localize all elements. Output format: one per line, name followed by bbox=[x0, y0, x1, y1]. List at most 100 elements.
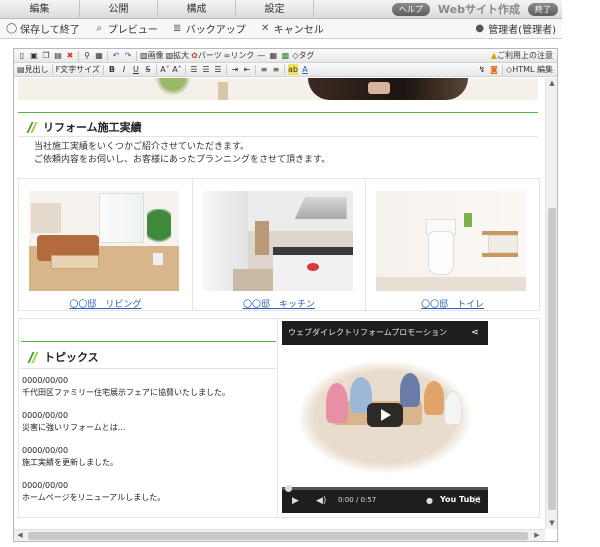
play-small-icon[interactable]: ▶ bbox=[292, 496, 299, 506]
toolbar-row-2: ▤見出し F文字サイズ B I U S̶ A˅ A˄ ☰ ☰ ☰ ⇥ ⇤ ≡ ≡… bbox=[14, 63, 557, 77]
save-close-label: 保存して終了 bbox=[20, 25, 80, 36]
info-icon[interactable]: ● bbox=[426, 496, 433, 505]
parts-button[interactable]: ✿パーツ bbox=[191, 50, 222, 61]
font-size-button[interactable]: F文字サイズ bbox=[56, 64, 100, 75]
rss-icon[interactable]: ◙ bbox=[489, 64, 499, 75]
link-button[interactable]: ∞リンク bbox=[224, 50, 255, 61]
paste-icon[interactable]: ▤ bbox=[53, 50, 63, 61]
scroll-left-icon[interactable]: ◀ bbox=[14, 530, 26, 541]
outdent-icon[interactable]: ⇤ bbox=[242, 64, 252, 75]
video-player[interactable]: ウェブダイレクトリフォームプロモーション ⋖ ▶ ◀) 0:00 / 0:57 … bbox=[282, 321, 488, 513]
menu-structure[interactable]: 構成 bbox=[158, 0, 236, 19]
video-progress[interactable] bbox=[282, 485, 488, 492]
font-larger-icon[interactable]: A˄ bbox=[172, 64, 182, 75]
html-edit-button[interactable]: ◇HTML 編集 bbox=[506, 64, 553, 75]
redo-icon[interactable]: ↷ bbox=[123, 50, 133, 61]
clear-format-icon[interactable]: ↯ bbox=[477, 64, 487, 75]
fullscreen-icon[interactable]: ⛶ bbox=[474, 496, 480, 506]
copy-icon[interactable]: ❐ bbox=[41, 50, 51, 61]
toolbar-separator bbox=[107, 50, 108, 61]
align-left-icon[interactable]: ☰ bbox=[189, 64, 199, 75]
heading-button[interactable]: ▤見出し bbox=[17, 64, 49, 75]
zoom-button[interactable]: ▧拡大 bbox=[166, 50, 190, 61]
horizontal-rule-icon[interactable]: — bbox=[256, 50, 266, 61]
bold-button[interactable]: B bbox=[107, 64, 117, 75]
special-char-icon[interactable]: ▩ bbox=[280, 50, 290, 61]
indent-icon[interactable]: ⇥ bbox=[230, 64, 240, 75]
content-area[interactable]: リフォーム施工実績 当社施工実績をいくつかご紹介させていただきます。 ご依頼内容… bbox=[14, 78, 545, 529]
photo-floor bbox=[376, 277, 527, 291]
share-icon[interactable]: ⋖ bbox=[470, 328, 480, 338]
photo-toilet bbox=[428, 231, 455, 275]
preview-label: プレビュー bbox=[107, 25, 158, 36]
link-label: リンク bbox=[230, 51, 255, 60]
scroll-up-icon[interactable]: ▲ bbox=[546, 78, 558, 89]
help-button[interactable]: ヘルプ bbox=[391, 2, 430, 16]
bullet-list-icon[interactable]: ≡ bbox=[271, 64, 281, 75]
circle-icon: ◯ bbox=[6, 23, 18, 34]
backup-button[interactable]: ≣ バックアップ bbox=[172, 21, 246, 36]
toolbar-separator bbox=[155, 64, 157, 75]
scroll-down-icon[interactable]: ▼ bbox=[546, 518, 558, 529]
tag-label: タグ bbox=[298, 51, 315, 60]
image-button[interactable]: ▨画像 bbox=[140, 50, 164, 61]
horizontal-scrollbar[interactable]: ◀ ▶ bbox=[14, 529, 545, 541]
work-caption-link[interactable]: 〇〇邸 キッチン bbox=[193, 297, 366, 310]
menu-edit[interactable]: 編集 bbox=[0, 0, 80, 19]
menu-settings[interactable]: 設定 bbox=[236, 0, 314, 19]
ordered-list-icon[interactable]: ≡ bbox=[259, 64, 269, 75]
heading-mark-icon bbox=[27, 351, 39, 363]
parts-label: パーツ bbox=[197, 51, 222, 60]
delete-icon[interactable]: ✖ bbox=[65, 50, 75, 61]
italic-button[interactable]: I bbox=[119, 64, 129, 75]
work-caption-link[interactable]: 〇〇邸 リビング bbox=[19, 297, 192, 310]
strike-icon[interactable]: S̶ bbox=[143, 64, 153, 75]
align-right-icon[interactable]: ☰ bbox=[213, 64, 223, 75]
preview-button[interactable]: ⌕ プレビュー bbox=[94, 21, 158, 36]
volume-icon[interactable]: ◀) bbox=[316, 496, 326, 506]
align-center-icon[interactable]: ☰ bbox=[201, 64, 211, 75]
horizontal-scroll-thumb[interactable] bbox=[28, 532, 528, 540]
font-smaller-icon[interactable]: A˅ bbox=[160, 64, 170, 75]
topics-heading-text: トピックス bbox=[44, 351, 99, 364]
vertical-scroll-thumb[interactable] bbox=[548, 208, 556, 510]
topics-top-line bbox=[21, 341, 276, 342]
progress-handle[interactable] bbox=[285, 485, 292, 492]
heading-mark-icon bbox=[26, 121, 38, 133]
menu-publish[interactable]: 公開 bbox=[80, 0, 158, 19]
notice-button[interactable]: ▲ご利用上の注意 bbox=[491, 50, 553, 61]
underline-button[interactable]: U bbox=[131, 64, 141, 75]
find-icon[interactable]: ⚲ bbox=[82, 50, 92, 61]
cancel-button[interactable]: ✕ キャンセル bbox=[260, 21, 324, 36]
play-icon[interactable] bbox=[367, 403, 403, 427]
undo-icon[interactable]: ↶ bbox=[111, 50, 121, 61]
works-intro-2: ご依頼内容をお伺いし、お客様にあったプランニングをさせて頂きます。 bbox=[34, 155, 331, 165]
work-caption-link[interactable]: 〇〇邸 トイレ bbox=[366, 297, 539, 310]
topic-text: 施工実績を更新しました。 bbox=[22, 458, 118, 467]
toolbar-separator bbox=[502, 64, 504, 75]
column-divider bbox=[277, 319, 278, 517]
scroll-right-icon[interactable]: ▶ bbox=[531, 530, 543, 541]
zoom-label: 拡大 bbox=[173, 51, 190, 60]
toolbar-separator bbox=[254, 64, 256, 75]
topic-date: 0000/00/00 bbox=[22, 376, 69, 385]
font-color-icon[interactable]: A bbox=[300, 64, 310, 75]
hero-cup bbox=[368, 82, 390, 94]
section-top-line bbox=[18, 112, 538, 113]
exit-button[interactable]: 終了 bbox=[528, 2, 558, 16]
tag-button[interactable]: ◇タグ bbox=[292, 50, 314, 61]
highlight-icon[interactable]: ab bbox=[287, 64, 298, 75]
save-close-button[interactable]: ◯ 保存して終了 bbox=[6, 21, 80, 36]
section-bottom-line bbox=[18, 136, 538, 137]
action-bar: ◯ 保存して終了 ⌕ プレビュー ≣ バックアップ ✕ キャンセル ● 管理者(… bbox=[0, 19, 562, 39]
close-icon: ✕ bbox=[261, 23, 270, 34]
user-menu[interactable]: ● 管理者(管理者) bbox=[474, 21, 556, 36]
parts-icon: ✿ bbox=[191, 51, 198, 60]
toolbar-row-1: ▯ ▣ ❐ ▤ ✖ ⚲ ▦ ↶ ↷ ▨画像 ▧拡大 ✿パーツ ∞リンク — ▦ … bbox=[14, 49, 557, 63]
table-icon[interactable]: ▦ bbox=[268, 50, 278, 61]
works-heading: リフォーム施工実績 bbox=[26, 119, 142, 135]
save-icon[interactable]: ▣ bbox=[29, 50, 39, 61]
new-doc-icon[interactable]: ▯ bbox=[17, 50, 27, 61]
vertical-scrollbar[interactable]: ▲ ▼ bbox=[545, 78, 557, 529]
select-all-icon[interactable]: ▦ bbox=[94, 50, 104, 61]
